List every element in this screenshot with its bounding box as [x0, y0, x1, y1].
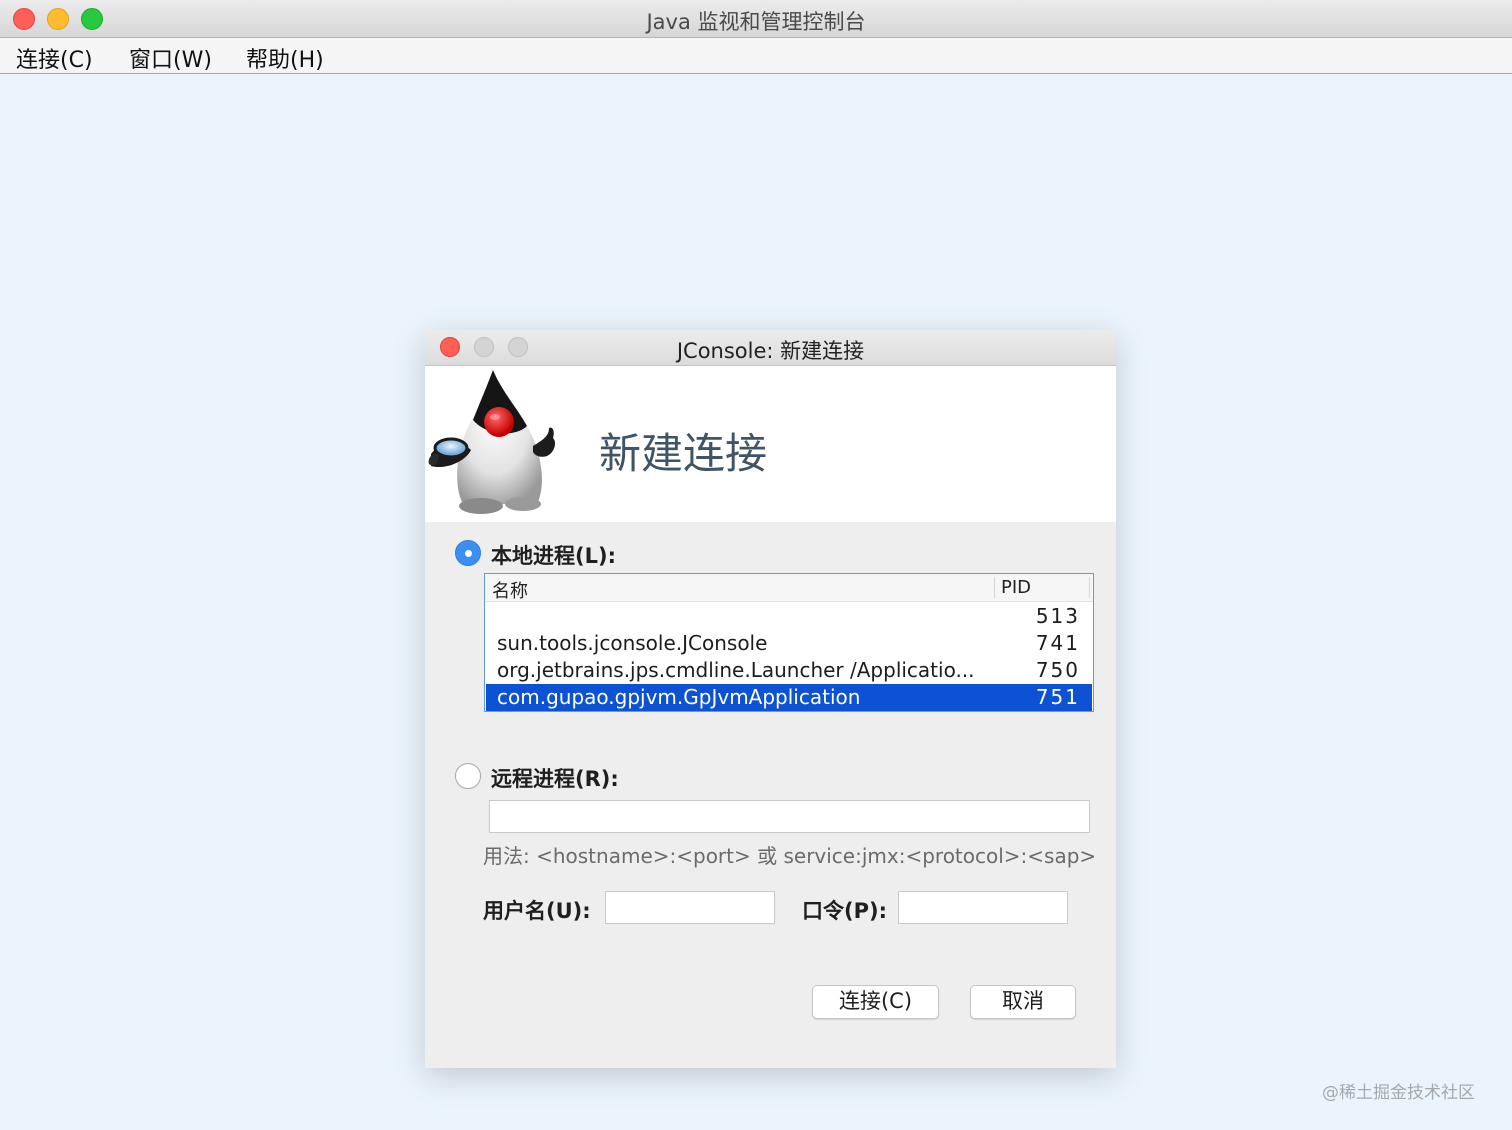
process-pid: 751: [1035, 685, 1080, 709]
menu-help[interactable]: 帮助(H): [246, 42, 324, 74]
process-pid: 741: [1035, 631, 1080, 655]
table-row-selected[interactable]: com.gupao.gpjvm.GpJvmApplication 751: [486, 684, 1092, 711]
process-name: org.jetbrains.jps.cmdline.Launcher /Appl…: [497, 658, 975, 682]
remote-process-label: 远程进程(R):: [491, 767, 619, 791]
password-label: 口令(P):: [802, 899, 887, 923]
remote-process-input[interactable]: [489, 800, 1090, 833]
process-pid: 513: [1035, 604, 1080, 628]
remote-usage-hint: 用法: <hostname>:<port> 或 service:jmx:<pro…: [483, 844, 1097, 868]
dialog-heading: 新建连接: [599, 429, 768, 478]
dialog-title: JConsole: 新建连接: [676, 339, 865, 363]
remote-process-radio[interactable]: [455, 763, 481, 789]
menu-connection[interactable]: 连接(C): [16, 42, 93, 74]
process-pid: 750: [1035, 658, 1080, 682]
main-titlebar: Java 监视和管理控制台: [0, 0, 1512, 38]
table-row[interactable]: sun.tools.jconsole.JConsole 741: [486, 630, 1092, 657]
local-process-table[interactable]: 名称 PID 513 sun.tools.jconsole.JConsole 7…: [484, 573, 1094, 712]
process-name: com.gupao.gpjvm.GpJvmApplication: [497, 685, 861, 709]
table-row[interactable]: 513: [486, 603, 1092, 630]
cancel-button[interactable]: 取消: [970, 985, 1076, 1019]
java-duke-mascot-icon: [425, 366, 565, 518]
watermark: @稀土掘金技术社区: [1322, 1083, 1475, 1103]
column-divider: [994, 577, 995, 598]
column-header-name[interactable]: 名称: [492, 577, 528, 603]
table-row[interactable]: org.jetbrains.jps.cmdline.Launcher /Appl…: [486, 657, 1092, 684]
local-process-radio[interactable]: [455, 540, 481, 566]
process-name: sun.tools.jconsole.JConsole: [497, 631, 768, 655]
connect-button[interactable]: 连接(C): [812, 985, 939, 1019]
menu-window[interactable]: 窗口(W): [129, 42, 212, 74]
new-connection-dialog: JConsole: 新建连接 新建连接 本地进程(L): 名称 PID 513 …: [425, 330, 1116, 1068]
password-input[interactable]: [898, 891, 1068, 924]
local-process-label: 本地进程(L):: [491, 544, 616, 568]
username-input[interactable]: [605, 891, 775, 924]
username-label: 用户名(U):: [483, 899, 591, 923]
column-header-pid[interactable]: PID: [1001, 577, 1031, 598]
column-divider: [1089, 577, 1090, 598]
dialog-titlebar: JConsole: 新建连接: [425, 330, 1116, 366]
table-header: 名称 PID: [485, 574, 1093, 602]
menu-bar: 连接(C) 窗口(W) 帮助(H): [0, 38, 1512, 74]
dialog-header: 新建连接: [425, 366, 1116, 522]
window-title: Java 监视和管理控制台: [646, 10, 866, 34]
